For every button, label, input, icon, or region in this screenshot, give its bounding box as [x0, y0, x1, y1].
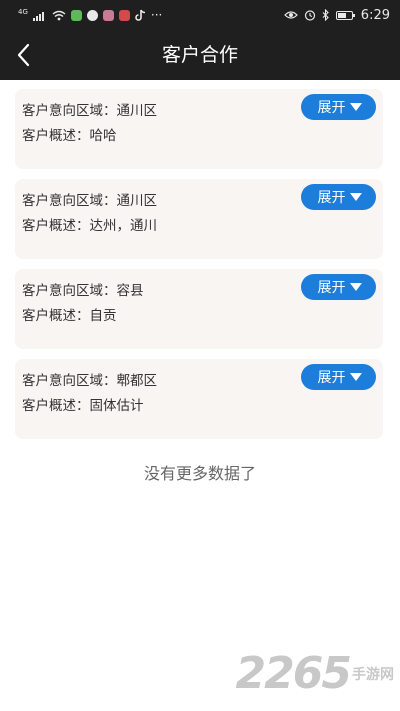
status-left: 4G ···: [18, 6, 162, 24]
app-header: 客户合作: [0, 30, 400, 80]
battery-icon: [335, 10, 355, 20]
caret-down-icon: [349, 103, 362, 111]
item-area-text: 客户意向区域：通川区: [22, 103, 157, 119]
expand-button-label: 展开: [317, 370, 346, 386]
alarm-icon: [304, 10, 315, 21]
item-area-text: 客户意向区域：郫都区: [22, 373, 157, 389]
page-title: 客户合作: [161, 44, 238, 66]
wifi-icon: [52, 10, 66, 20]
no-more-data-text: 没有更多数据了: [143, 464, 256, 483]
tiktok-icon: [135, 9, 145, 21]
back-button[interactable]: [10, 40, 40, 70]
expand-button-label: 展开: [317, 280, 346, 296]
list-item: 客户意向区域：通川区 客户概述：哈哈 展开: [15, 89, 383, 169]
expand-button[interactable]: 展开: [301, 94, 376, 120]
watermark-sub: 手游网: [352, 667, 394, 683]
app-notification-icon-pink: [102, 9, 114, 21]
expand-button[interactable]: 展开: [301, 184, 376, 210]
battery-level-fill: [337, 12, 346, 18]
list-item: 客户意向区域：容县 客户概述：自贡 展开: [15, 269, 383, 349]
expand-button[interactable]: 展开: [301, 364, 376, 390]
status-bar: 4G ··· 6:29: [0, 0, 400, 30]
item-desc-text: 客户概述：哈哈: [22, 128, 117, 144]
more-notifications-icon: ···: [150, 8, 163, 22]
list-item: 客户意向区域：通川区 客户概述：达州，通川 展开: [15, 179, 383, 259]
item-desc-text: 客户概述：达州，通川: [22, 218, 157, 234]
status-right: 6:29: [283, 6, 390, 24]
app-notification-icon-green: [70, 9, 82, 21]
expand-button-label: 展开: [317, 100, 346, 116]
item-desc-text: 客户概述：固体估计: [22, 398, 144, 414]
chat-bubble-icon: [86, 9, 98, 21]
caret-down-icon: [349, 283, 362, 291]
list-item: 客户意向区域：郫都区 客户概述：固体估计 展开: [15, 359, 383, 439]
network-type-label: 4G: [18, 7, 28, 16]
expand-button[interactable]: 展开: [301, 274, 376, 300]
bluetooth-icon: [322, 9, 329, 21]
cooperation-list: 客户意向区域：通川区 客户概述：哈哈 展开 客户意向区域：通川区 客户概述：达州…: [15, 89, 383, 449]
item-area-text: 客户意向区域：通川区: [22, 193, 157, 209]
site-watermark: 2265 手游网: [236, 652, 394, 696]
signal-icon: [32, 11, 44, 21]
item-area-text: 客户意向区域：容县: [22, 283, 144, 299]
app-notification-icon-red: [118, 9, 130, 21]
caret-down-icon: [349, 193, 362, 201]
eye-icon: [283, 11, 298, 19]
caret-down-icon: [349, 373, 362, 381]
item-desc-text: 客户概述：自贡: [22, 308, 117, 324]
expand-button-label: 展开: [317, 190, 346, 206]
status-time: 6:29: [360, 7, 390, 23]
watermark-brand: 2265: [235, 648, 352, 699]
chevron-left-icon: [17, 43, 30, 67]
